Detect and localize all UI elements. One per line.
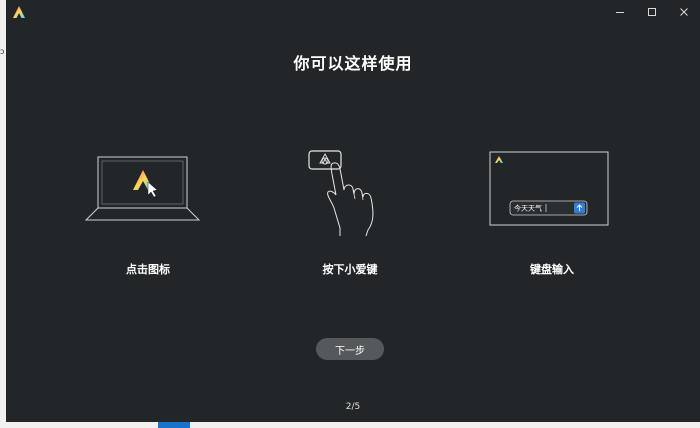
step-label: 按下小爱键 xyxy=(322,263,378,276)
close-button[interactable] xyxy=(668,0,700,24)
minimize-button[interactable] xyxy=(604,0,636,24)
keyboard-input-text: 今天天气 xyxy=(514,204,542,213)
step-click-icon: 点击图标 xyxy=(68,150,228,290)
hand-pressing-key-icon xyxy=(308,150,374,237)
close-icon xyxy=(680,8,688,16)
page-title: 你可以这样使用 xyxy=(293,54,413,73)
background-glyph: ↄ xyxy=(0,47,5,56)
next-step-button[interactable]: 下一步 xyxy=(316,338,384,360)
window-controls xyxy=(604,0,700,24)
app-logo-icon xyxy=(13,6,25,18)
step-label: 键盘输入 xyxy=(530,263,574,276)
taskbar-strip xyxy=(0,422,700,428)
maximize-icon xyxy=(648,8,656,16)
keyboard-input-window-icon: 今天天气 xyxy=(489,151,609,226)
page-indicator: 2/5 xyxy=(345,402,361,412)
laptop-icon xyxy=(84,156,201,221)
maximize-button[interactable] xyxy=(636,0,668,24)
step-label: 点击图标 xyxy=(126,263,170,276)
step-keyboard-input: 今天天气 键盘输入 xyxy=(472,150,632,290)
minimize-icon xyxy=(616,12,624,13)
step-press-key: 按下小爱键 xyxy=(270,150,430,290)
taskbar-active-item[interactable] xyxy=(158,422,190,428)
app-window: 你可以这样使用 点击图标 按下小爱键 今天天气 键盘输入 下一步 2/5 xyxy=(6,0,700,422)
title-bar[interactable] xyxy=(6,0,700,24)
